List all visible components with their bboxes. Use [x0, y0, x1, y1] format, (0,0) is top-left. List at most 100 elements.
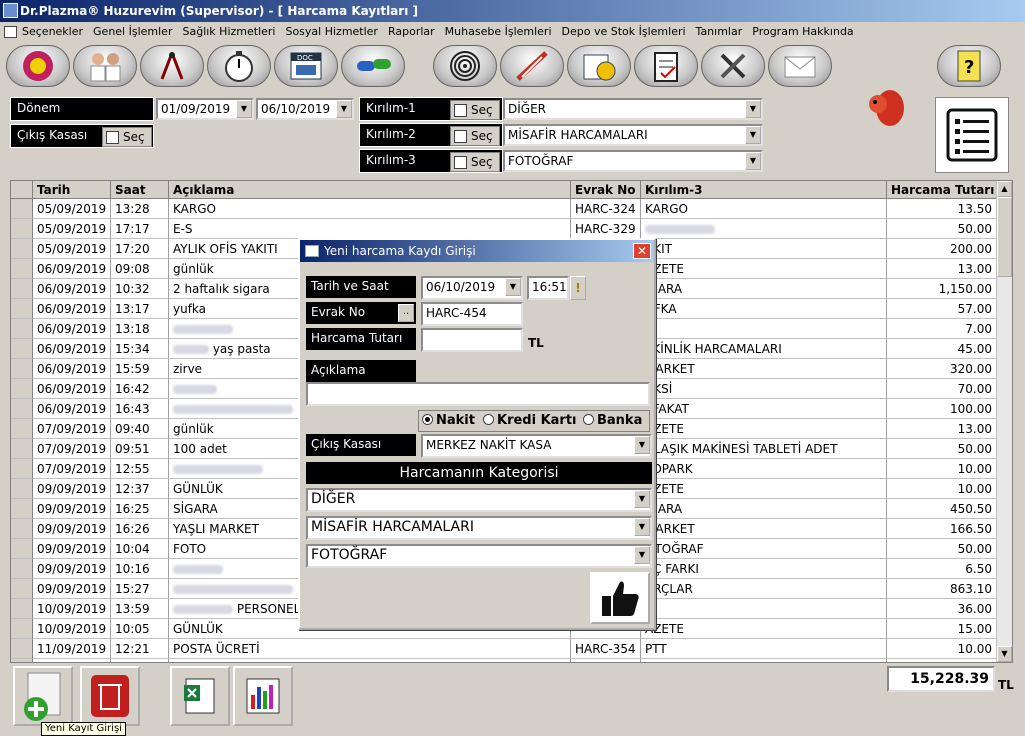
- menu-sosyal-hizmetler[interactable]: Sosyal Hizmetler: [280, 22, 383, 42]
- chart-report-button[interactable]: [233, 666, 293, 726]
- row-indicator[interactable]: [11, 459, 33, 479]
- chevron-down-icon[interactable]: ▼: [634, 490, 650, 508]
- row-indicator[interactable]: [11, 439, 33, 459]
- export-excel-button[interactable]: [170, 666, 230, 726]
- checkbox-icon[interactable]: [454, 156, 467, 169]
- envelope-icon[interactable]: [768, 45, 832, 87]
- table-row[interactable]: 05/09/2019 17:17 E-S HARC-329 50.00: [11, 219, 997, 239]
- header-tarih[interactable]: Tarih: [33, 181, 111, 199]
- row-indicator[interactable]: [11, 639, 33, 659]
- calendar-clock-icon[interactable]: [567, 45, 631, 87]
- saat-field[interactable]: 16:51: [527, 276, 569, 300]
- menu-program-hakkinda[interactable]: Program Hakkında: [747, 22, 858, 42]
- radio-nakit[interactable]: Nakit: [422, 412, 475, 430]
- aciklama-input[interactable]: [306, 382, 650, 406]
- row-indicator[interactable]: [11, 219, 33, 239]
- menu-raporlar[interactable]: Raporlar: [383, 22, 440, 42]
- menu-saglik-hizmetleri[interactable]: Sağlık Hizmetleri: [177, 22, 280, 42]
- header-evrak-no[interactable]: Evrak No: [571, 181, 641, 199]
- chevron-down-icon[interactable]: ▼: [745, 152, 761, 170]
- row-indicator[interactable]: [11, 339, 33, 359]
- chevron-down-icon[interactable]: ▼: [634, 546, 650, 564]
- chevron-down-icon[interactable]: ▼: [745, 100, 761, 118]
- row-indicator[interactable]: [11, 539, 33, 559]
- doc-word-icon[interactable]: DOC: [274, 45, 338, 87]
- kirilim3-sec-checkbox[interactable]: Seç: [450, 152, 500, 172]
- row-indicator[interactable]: [11, 319, 33, 339]
- menu-depo-stok[interactable]: Depo ve Stok İşlemleri: [557, 22, 691, 42]
- stopwatch-icon[interactable]: [207, 45, 271, 87]
- checkbox-icon[interactable]: [106, 131, 119, 144]
- row-indicator[interactable]: [11, 399, 33, 419]
- radio-off-icon[interactable]: [483, 414, 494, 425]
- radio-kredi-karti[interactable]: Kredi Kartı: [483, 412, 577, 430]
- kategori2-select[interactable]: MİSAFİR HARCAMALARI ▼: [306, 516, 652, 540]
- menu-muhasebe-islemleri[interactable]: Muhasebe İşlemleri: [440, 22, 557, 42]
- scroll-thumb[interactable]: [997, 197, 1012, 277]
- checkbox-icon[interactable]: [454, 104, 467, 117]
- syringe-icon[interactable]: [500, 45, 564, 87]
- vertical-scrollbar[interactable]: ▲ ▼: [996, 181, 1012, 662]
- row-indicator[interactable]: [11, 619, 33, 639]
- row-indicator[interactable]: [11, 259, 33, 279]
- question-head-icon[interactable]: [6, 45, 70, 87]
- row-indicator[interactable]: [11, 419, 33, 439]
- menu-genel-islemler[interactable]: Genel İşlemler: [88, 22, 177, 42]
- evrak-browse-button[interactable]: ..: [398, 304, 414, 322]
- now-time-button[interactable]: !: [570, 276, 586, 300]
- chevron-down-icon[interactable]: ▼: [634, 436, 650, 454]
- row-indicator[interactable]: [11, 199, 33, 219]
- kirilim3-select[interactable]: FOTOĞRAF ▼: [503, 150, 763, 172]
- chevron-down-icon[interactable]: ▼: [634, 518, 650, 536]
- checkbox-icon[interactable]: [454, 130, 467, 143]
- chevron-down-icon[interactable]: ▼: [236, 100, 252, 118]
- radio-off-icon[interactable]: [583, 414, 594, 425]
- radio-banka[interactable]: Banka: [583, 412, 642, 430]
- list-view-button[interactable]: [935, 97, 1009, 173]
- date-from-picker[interactable]: 01/09/2019 ▼: [156, 98, 254, 120]
- date-to-picker[interactable]: 06/10/2019 ▼: [256, 98, 354, 120]
- menu-tanimlar[interactable]: Tanımlar: [691, 22, 748, 42]
- harcama-tutari-input[interactable]: [421, 328, 523, 352]
- chevron-down-icon[interactable]: ▼: [336, 100, 352, 118]
- row-indicator[interactable]: [11, 559, 33, 579]
- scroll-up-icon[interactable]: ▲: [997, 181, 1012, 197]
- row-indicator[interactable]: [11, 479, 33, 499]
- compass-tools-icon[interactable]: [140, 45, 204, 87]
- row-indicator[interactable]: [11, 239, 33, 259]
- doctors-icon[interactable]: [73, 45, 137, 87]
- row-indicator[interactable]: [11, 299, 33, 319]
- evrak-no-input[interactable]: HARC-454: [421, 302, 523, 326]
- header-aciklama[interactable]: Açıklama: [169, 181, 571, 199]
- close-icon[interactable]: ✕: [633, 243, 651, 259]
- kategori3-select[interactable]: FOTOĞRAF ▼: [306, 544, 652, 568]
- kirilim2-sec-checkbox[interactable]: Seç: [450, 126, 500, 146]
- row-indicator[interactable]: [11, 279, 33, 299]
- row-indicator[interactable]: [11, 499, 33, 519]
- kirilim1-select[interactable]: DİĞER ▼: [503, 98, 763, 120]
- dialog-title-bar[interactable]: Yeni harcama Kaydı Girişi ✕: [300, 240, 654, 262]
- clipboard-check-icon[interactable]: [634, 45, 698, 87]
- row-indicator[interactable]: [11, 579, 33, 599]
- kasa-select[interactable]: MERKEZ NAKİT KASA ▼: [421, 434, 652, 458]
- header-kirilim3[interactable]: Kırılım-3: [641, 181, 887, 199]
- row-indicator[interactable]: [11, 519, 33, 539]
- scroll-down-icon[interactable]: ▼: [997, 646, 1012, 662]
- chevron-down-icon[interactable]: ▼: [505, 278, 521, 296]
- row-indicator[interactable]: [11, 359, 33, 379]
- help-icon[interactable]: ?: [937, 45, 1001, 87]
- chevron-down-icon[interactable]: ▼: [745, 126, 761, 144]
- table-row[interactable]: 11/09/2019 12:21 POSTA ÜCRETİ HARC-354 PTT 10…: [11, 639, 997, 659]
- kirilim1-sec-checkbox[interactable]: Seç: [450, 100, 500, 120]
- row-indicator[interactable]: [11, 599, 33, 619]
- header-saat[interactable]: Saat: [111, 181, 169, 199]
- header-harcama-tutari[interactable]: Harcama Tutarı: [887, 181, 997, 199]
- tarih-picker[interactable]: 06/10/2019 ▼: [421, 276, 523, 300]
- spiral-icon[interactable]: [433, 45, 497, 87]
- save-button[interactable]: [590, 572, 650, 624]
- kirilim2-select[interactable]: MİSAFİR HARCAMALARI ▼: [503, 124, 763, 146]
- pills-icon[interactable]: [341, 45, 405, 87]
- table-row[interactable]: 05/09/2019 13:28 KARGO HARC-324 KARGO 13.50: [11, 199, 997, 219]
- delete-record-button[interactable]: [80, 666, 140, 726]
- cikis-kasasi-sec-checkbox[interactable]: Seç: [102, 127, 152, 147]
